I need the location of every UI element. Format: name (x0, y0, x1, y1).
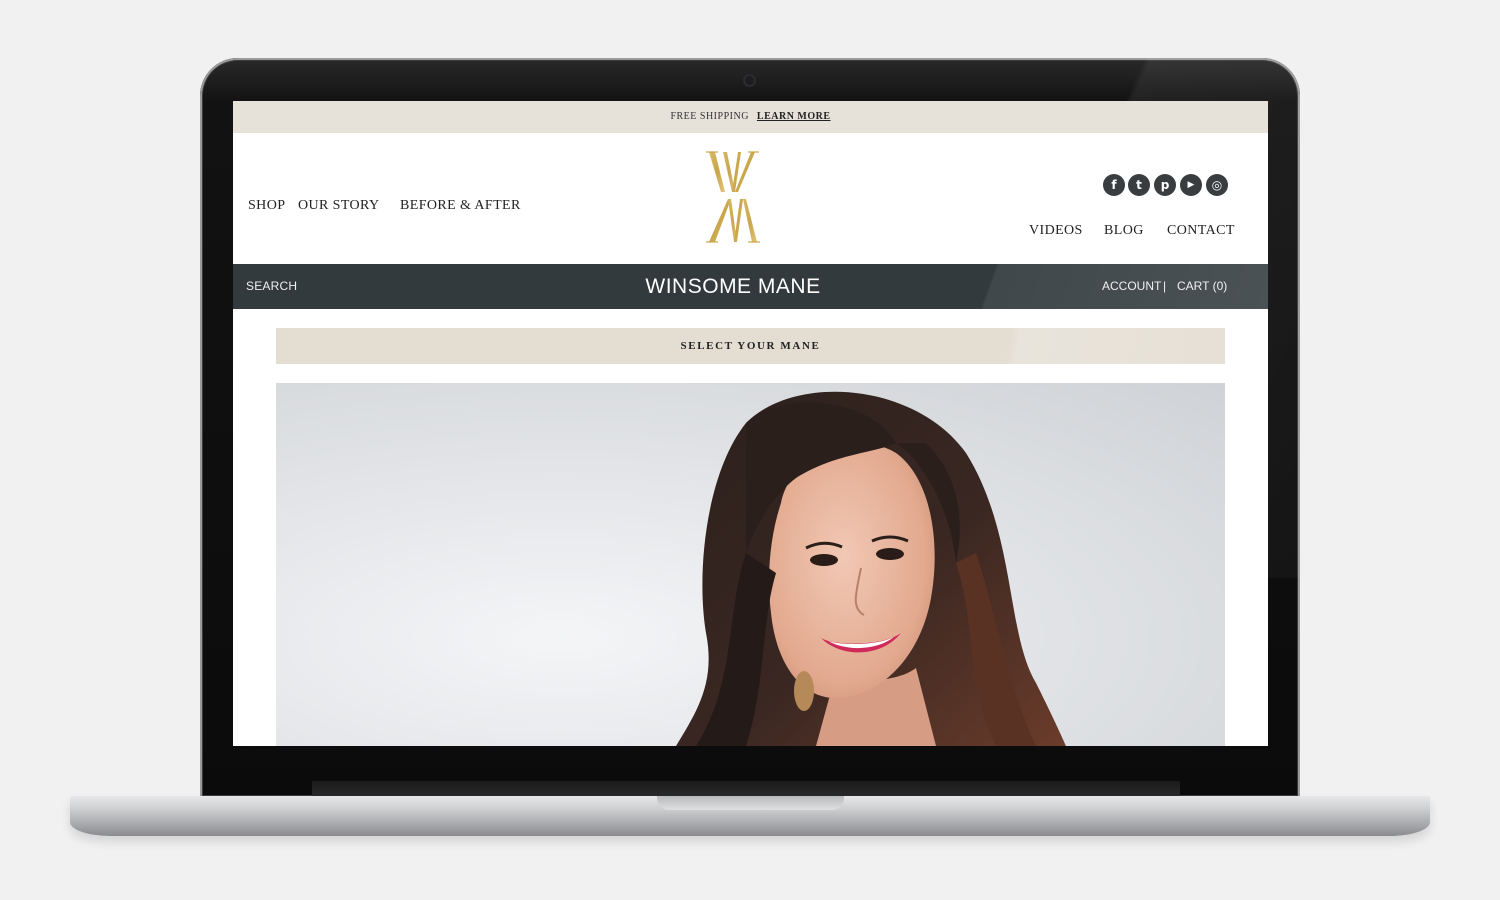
nav-our-story[interactable]: OUR STORY (298, 198, 380, 214)
pinterest-icon[interactable]: p (1154, 174, 1176, 196)
twitter-icon[interactable]: t (1128, 174, 1150, 196)
account-link[interactable]: ACCOUNT (1102, 264, 1161, 309)
nav-videos[interactable]: VIDEOS (1029, 223, 1083, 239)
learn-more-link[interactable]: LEARN MORE (757, 111, 831, 122)
youtube-icon[interactable]: ▶ (1180, 174, 1202, 196)
utility-bar: SEARCH WINSOME MANE ACCOUNT | CART (0) (233, 264, 1268, 309)
facebook-icon[interactable]: f (1103, 174, 1125, 196)
nav-contact[interactable]: CONTACT (1167, 223, 1235, 239)
laptop-hinge (312, 781, 1180, 797)
nav-blog[interactable]: BLOG (1104, 223, 1144, 239)
instagram-icon[interactable]: ◎ (1206, 174, 1228, 196)
bar-separator: | (1163, 279, 1167, 293)
camera-icon (745, 76, 754, 85)
hero-portrait (676, 391, 1066, 746)
wm-monogram-logo[interactable] (703, 147, 763, 247)
site-header: SHOP OUR STORY BEFORE & AFTER f t p ▶ ◎ … (233, 133, 1268, 264)
laptop-screen: FREE SHIPPING LEARN MORE SHOP OUR STORY … (233, 101, 1268, 746)
brand-title: WINSOME MANE (645, 275, 821, 298)
hero-image (276, 383, 1225, 746)
cart-link[interactable]: CART (0) (1177, 264, 1227, 309)
nav-shop[interactable]: SHOP (248, 198, 285, 214)
laptop-base-notch (657, 796, 844, 810)
select-your-mane-button[interactable]: SELECT YOUR MANE (276, 328, 1225, 364)
promo-bar: FREE SHIPPING LEARN MORE (233, 101, 1268, 133)
promo-text: FREE SHIPPING (670, 111, 749, 122)
nav-before-after[interactable]: BEFORE & AFTER (400, 198, 521, 214)
